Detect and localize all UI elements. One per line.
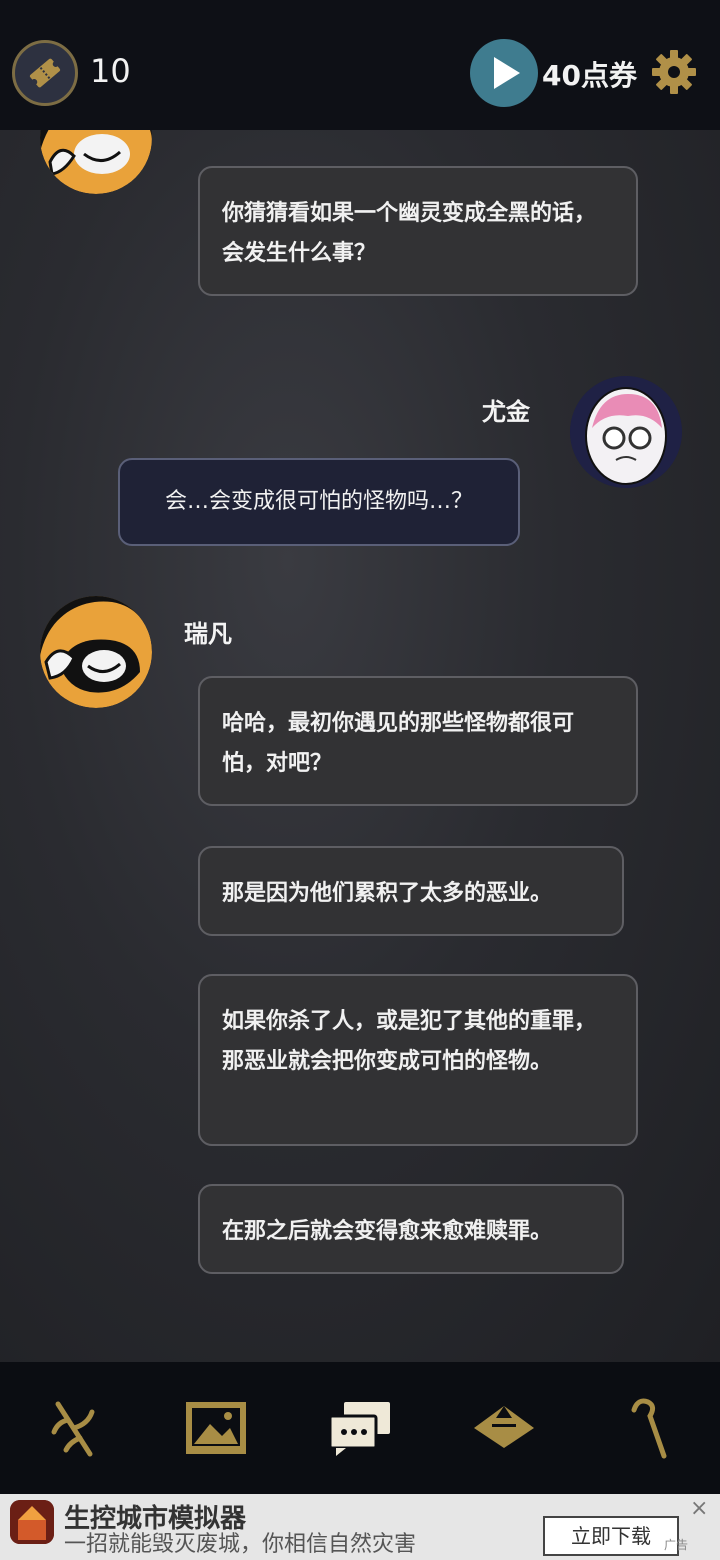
close-icon[interactable]: × (690, 1496, 708, 1521)
ad-mark: 广告 (664, 1538, 689, 1552)
coupon-label: 40点券 (542, 59, 637, 92)
message-bubble: 哈哈，最初你遇见的那些怪物都很可怕，对吧？ (198, 676, 638, 806)
ticket-count: 10 (90, 52, 131, 90)
speaker-name: 瑞凡 (184, 620, 232, 648)
avatar-ruifan (40, 596, 152, 708)
ad-subtitle: 一招就能毁灭废城，你相信自然灾害 (64, 1532, 417, 1557)
chat-area[interactable]: 你猜猜看如果一个幽灵变成全黑的话，会发生什么事？ 尤金 会…会变成很可怕的怪物吗… (0, 130, 720, 1362)
message-bubble: 那是因为他们累积了太多的恶业。 (198, 846, 624, 936)
message-bubble: 如果你杀了人，或是犯了其他的重罪，那恶业就会把你变成可怕的怪物。 (198, 974, 638, 1146)
speaker-name: 尤金 (482, 398, 530, 426)
ad-banner[interactable]: 生控城市模拟器 一招就能毁灭废城，你相信自然灾害 立即下载 × 广告 (0, 1494, 720, 1560)
cane-icon[interactable] (612, 1392, 684, 1464)
app-icon (10, 1500, 54, 1544)
avatar-eugene (570, 376, 682, 488)
picture-icon[interactable] (180, 1392, 252, 1464)
chat-icon[interactable] (324, 1392, 396, 1464)
message-bubble: 在那之后就会变得愈来愈难赎罪。 (198, 1184, 624, 1274)
message-bubble: 你猜猜看如果一个幽灵变成全黑的话，会发生什么事？ (198, 166, 638, 296)
branch-icon[interactable] (36, 1392, 108, 1464)
avatar-ruifan-top (40, 130, 152, 194)
message-bubble-mine: 会…会变成很可怕的怪物吗…？ (118, 458, 520, 546)
top-bar: 10 40点券 (0, 0, 720, 130)
download-button[interactable]: 立即下载 (543, 1516, 679, 1556)
play-icon[interactable] (470, 39, 538, 107)
hat-icon[interactable] (468, 1392, 540, 1464)
ticket-icon[interactable] (12, 40, 78, 106)
bottom-nav (0, 1362, 720, 1494)
gear-icon[interactable] (650, 48, 698, 100)
